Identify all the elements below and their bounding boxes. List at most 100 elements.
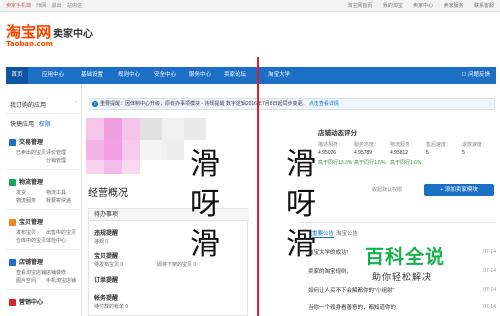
- todo-card: 待办事项 违规提醒 违规 0 宝贝提醒 待发布宝贝 0 即将下架的宝贝 0 订单…: [88, 208, 249, 316]
- logo-divider: [50, 26, 51, 40]
- divider: [6, 169, 82, 170]
- nav-tab-rules-center[interactable]: 规则中心: [118, 67, 140, 84]
- score-percent: 高于同行13.3%: [318, 160, 353, 166]
- divider: [6, 209, 82, 210]
- sidebar-link[interactable]: 发货: [16, 189, 46, 196]
- sidebar: 我订购的应用 › 快捷应用 权限 交易管理 已卖出的宝贝评价管理 分销管理 物流…: [6, 84, 82, 316]
- top-link-taobao-home[interactable]: 淘宝网首页: [347, 3, 372, 9]
- quick-apps-label: 快捷应用: [10, 122, 35, 128]
- store-icon: [9, 258, 16, 266]
- sidebar-sub-row: 分销管理: [16, 157, 76, 164]
- score-percent: 高于同行1.6%: [390, 160, 422, 166]
- todo-item[interactable]: 即将下架的宝贝 0: [157, 261, 196, 268]
- score-value: 4.95026: [318, 150, 337, 156]
- nav-tab-seller-forum[interactable]: 卖家论坛: [224, 67, 246, 84]
- sidebar-section-marketing[interactable]: 营销中心: [6, 297, 82, 306]
- sidebar-section-title: 物流管理: [19, 180, 44, 186]
- todo-item[interactable]: 违规 0: [94, 238, 108, 245]
- announcement-date: 07-14: [483, 287, 496, 293]
- trade-icon: [9, 138, 16, 146]
- chevron-right-icon[interactable]: ›: [75, 100, 77, 106]
- score-percent: 高于同行1.5%: [354, 160, 386, 166]
- sidebar-link[interactable]: 物流服务: [16, 197, 46, 204]
- sidebar-link[interactable]: 已卖出的宝贝: [16, 149, 46, 156]
- sidebar-section-logistics[interactable]: 物流管理: [6, 177, 82, 186]
- announcement-date: 07-14: [483, 304, 496, 310]
- top-link-hi[interactable]: Hi网: [36, 3, 46, 9]
- nav-tab-taobao-university[interactable]: 淘宝大学: [268, 67, 290, 84]
- announcement-item[interactable]: 当你一个修身看善意的，都知道你的: [308, 303, 396, 311]
- todo-item[interactable]: 待付款的帐单 0: [94, 303, 128, 310]
- feedback-label: 问题反馈: [467, 72, 490, 78]
- nav-tab-app-center[interactable]: 应用中心: [42, 67, 64, 84]
- overlay-glyph: 滑: [190, 147, 220, 182]
- sidebar-my-apps[interactable]: 我订购的应用: [6, 100, 82, 109]
- store-score-title: 店铺动态评分: [318, 130, 357, 137]
- top-bar: 卖家手机端 Hi网 退出 站内信 淘宝网首页 我的淘宝 卖家中心 卖家服务 联系…: [0, 0, 500, 12]
- sidebar-link[interactable]: 我要寄快递: [46, 197, 76, 204]
- nav-tab-home[interactable]: 首页: [6, 67, 28, 84]
- taobao-logo[interactable]: 淘宝网: [6, 21, 51, 42]
- nav-tab-security-center[interactable]: 安全中心: [154, 67, 176, 84]
- logistics-icon: [9, 178, 16, 186]
- red-divider-line: [257, 57, 259, 316]
- top-link-mobile[interactable]: 卖家手机端: [6, 3, 31, 9]
- overlay-glyph: 呀: [286, 187, 316, 222]
- announcement-item[interactable]: 卖家的淘宝规则，: [308, 267, 352, 275]
- feedback-button[interactable]: ☐ 问题反馈: [462, 67, 490, 84]
- sidebar-link[interactable]: 仓库中的宝贝: [16, 237, 46, 244]
- todo-group-title: 订单提醒: [94, 278, 119, 284]
- divider: [6, 249, 82, 250]
- sidebar-section-items[interactable]: 宝贝管理: [6, 217, 82, 226]
- collapse-permissions-link[interactable]: 收起默认权限: [372, 186, 402, 193]
- sidebar-section-store[interactable]: 店铺管理: [6, 257, 82, 266]
- divider: [6, 289, 82, 290]
- overlay-glyph: 呀: [190, 187, 220, 222]
- top-link-my-taobao[interactable]: 我的淘宝: [383, 3, 403, 9]
- sidebar-sub-row: 发货 物流工具: [16, 189, 76, 196]
- todo-group-title: 帐务提醒: [94, 296, 119, 302]
- sidebar-link[interactable]: 发布宝贝: [16, 229, 46, 236]
- sidebar-link[interactable]: 店铺装修: [46, 269, 76, 276]
- sidebar-section-title: 宝贝管理: [19, 220, 44, 226]
- overview-title: 经营概况: [88, 188, 128, 199]
- top-link-seller-center[interactable]: 卖家中心: [413, 3, 433, 9]
- todo-item[interactable]: 待发布宝贝 0: [94, 261, 123, 268]
- score-value: 5: [462, 150, 465, 156]
- sidebar-link[interactable]: 体检中心: [46, 237, 76, 244]
- announcement-item[interactable]: 如何让人买不下会解都你的"小组射": [308, 286, 394, 294]
- marketing-icon: [9, 298, 16, 306]
- add-seller-module-button[interactable]: + 添加卖家模块: [424, 184, 494, 196]
- top-link-messages[interactable]: 站内信: [67, 3, 82, 9]
- sidebar-link[interactable]: 手机淘宝店铺: [46, 277, 76, 284]
- top-bar-left: 卖家手机端 Hi网 退出 站内信: [6, 2, 86, 9]
- divider: [6, 113, 82, 114]
- sidebar-sub-row: 已卖出的宝贝评价管理: [16, 149, 76, 156]
- items-icon: [9, 218, 16, 226]
- sidebar-section-title: 店铺管理: [19, 260, 44, 266]
- nav-tab-basic-settings[interactable]: 基础设置: [81, 67, 103, 84]
- notice-link[interactable]: 点击查看详情: [309, 101, 339, 107]
- top-link-contact-service[interactable]: 联系客服: [474, 3, 494, 9]
- sidebar-sub-row: 仓库中的宝贝体检中心: [16, 237, 76, 244]
- sidebar-link[interactable]: 图片空间: [16, 277, 46, 284]
- score-value: 4.95812: [390, 150, 409, 156]
- sidebar-sub-row: 发布宝贝 出售中的宝贝: [16, 229, 76, 236]
- sidebar-sub-row: 图片空间 手机淘宝店铺: [16, 277, 76, 284]
- score-header: 退款速度：: [462, 142, 488, 148]
- sidebar-link[interactable]: 出售中的宝贝: [46, 229, 76, 236]
- sidebar-sub-row: 查看淘宝店铺店铺装修: [16, 269, 76, 276]
- sidebar-link[interactable]: 评价管理: [46, 149, 76, 156]
- tab-taobao-notice[interactable]: 淘宝公告: [336, 229, 358, 237]
- sidebar-link[interactable]: 物流工具: [46, 189, 76, 196]
- sidebar-section-trade[interactable]: 交易管理: [6, 137, 82, 146]
- sidebar-sub-row: 物流服务 我要寄快递: [16, 197, 76, 204]
- sidebar-link[interactable]: 分销管理: [46, 157, 76, 164]
- sidebar-link[interactable]: 查看淘宝店铺: [16, 269, 46, 276]
- top-link-seller-service[interactable]: 卖家服务: [444, 3, 464, 9]
- top-link-logout[interactable]: 退出: [52, 3, 62, 9]
- taobao-logo-en: Taobao.com: [6, 40, 53, 48]
- overlay-glyph: 滑: [190, 227, 220, 262]
- nav-tab-service-center[interactable]: 服务中心: [189, 67, 211, 84]
- quick-apps-permission-link[interactable]: 权限: [39, 122, 51, 128]
